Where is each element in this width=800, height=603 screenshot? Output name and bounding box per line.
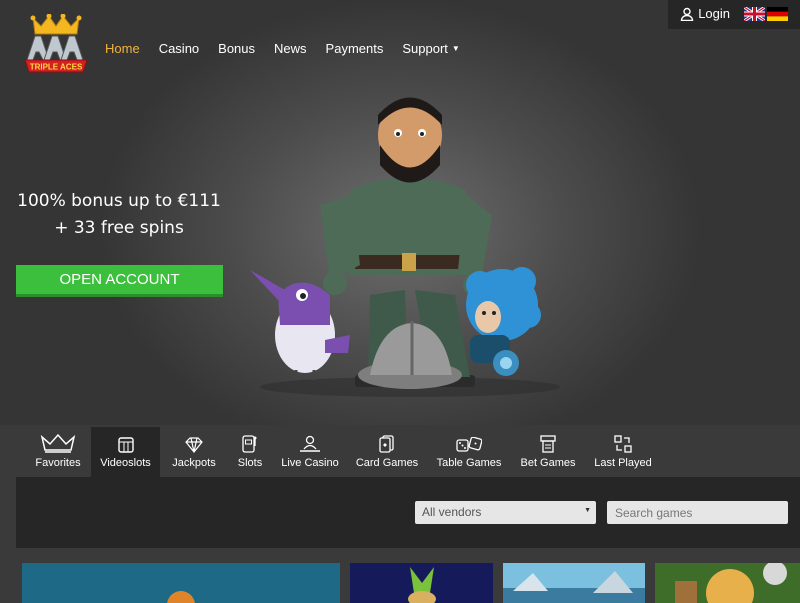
- tab-live-casino-label: Live Casino: [281, 457, 339, 469]
- tab-card-games-label: Card Games: [355, 457, 419, 469]
- tab-videoslots-label: Videoslots: [100, 457, 151, 469]
- main-nav: Home Casino Bonus News Payments Support ▼: [105, 41, 479, 56]
- login-label: Login: [698, 6, 730, 21]
- game-thumbnail[interactable]: [350, 563, 493, 603]
- tab-bet-games-label: Bet Games: [520, 457, 576, 469]
- vendor-select[interactable]: All vendors ▼: [415, 501, 596, 524]
- open-account-button[interactable]: OPEN ACCOUNT: [16, 265, 223, 297]
- logo-text: TRIPLE ACES: [30, 63, 83, 72]
- tab-jackpots-label: Jackpots: [172, 457, 216, 469]
- tab-table-games-label: Table Games: [436, 457, 502, 469]
- uk-flag-icon[interactable]: [744, 7, 765, 21]
- tab-jackpots[interactable]: Jackpots: [168, 427, 220, 477]
- slot-machine-icon: [117, 437, 134, 453]
- vendor-select-value: All vendors: [422, 505, 482, 519]
- search-games-input[interactable]: [607, 501, 788, 524]
- caret-down-icon: ▼: [451, 44, 460, 53]
- game-thumbnail[interactable]: [655, 563, 800, 603]
- tab-favorites-label: Favorites: [35, 457, 81, 469]
- diamond-icon: [185, 437, 203, 453]
- cards-icon: [379, 435, 394, 453]
- dice-icon: [456, 437, 482, 452]
- tab-slots[interactable]: Slots: [232, 427, 268, 477]
- tab-last-played[interactable]: Last Played: [594, 427, 652, 477]
- tab-slots-label: Slots: [237, 457, 263, 469]
- game-thumbnail[interactable]: [22, 563, 340, 603]
- nav-support[interactable]: Support ▼: [402, 41, 459, 56]
- bet-icon: [540, 435, 556, 453]
- chevron-down-icon: ▼: [584, 507, 591, 514]
- nav-bonus[interactable]: Bonus: [218, 41, 255, 56]
- germany-flag-icon[interactable]: [767, 7, 788, 21]
- hero-characters-image: [250, 97, 560, 397]
- promo-line-1: 100% bonus up to €111: [17, 191, 221, 211]
- tab-bet-games[interactable]: Bet Games: [519, 427, 577, 477]
- tab-live-casino[interactable]: Live Casino: [280, 427, 340, 477]
- triple-aces-logo[interactable]: TRIPLE ACES: [23, 14, 89, 82]
- category-tabs: Favorites Videoslots Jackpots Slots Live…: [0, 427, 800, 477]
- nav-home[interactable]: Home: [105, 41, 140, 56]
- live-dealer-icon: [300, 435, 320, 452]
- nav-payments[interactable]: Payments: [326, 41, 384, 56]
- history-icon: [614, 435, 632, 453]
- tab-favorites[interactable]: Favorites: [30, 427, 86, 477]
- user-icon: [680, 7, 694, 21]
- game-thumbnail-image: [167, 591, 195, 603]
- nav-news[interactable]: News: [274, 41, 307, 56]
- tab-card-games[interactable]: Card Games: [356, 427, 418, 477]
- game-thumbnail[interactable]: [503, 563, 645, 603]
- slot-icon: [242, 435, 257, 453]
- tab-last-played-label: Last Played: [594, 457, 652, 469]
- promo-text: 100% bonus up to €111 + 33 free spins: [0, 188, 238, 242]
- nav-casino[interactable]: Casino: [159, 41, 199, 56]
- game-thumbnail-image: [675, 563, 787, 603]
- promo-line-2: + 33 free spins: [54, 218, 184, 238]
- login-button[interactable]: Login: [680, 6, 730, 21]
- game-thumbnail-image: [408, 567, 436, 603]
- tab-videoslots[interactable]: Videoslots: [91, 427, 160, 477]
- tab-table-games[interactable]: Table Games: [436, 427, 502, 477]
- crown-icon: [40, 433, 76, 453]
- game-thumbnail-image: [503, 571, 645, 603]
